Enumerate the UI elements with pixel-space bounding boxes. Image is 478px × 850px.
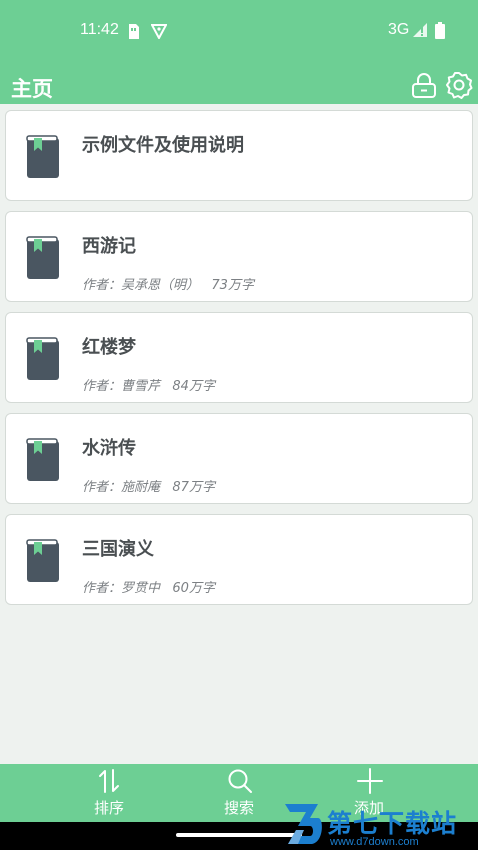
book-meta: 作者：罗贯中 60万字 [82,581,215,596]
book-meta: 作者：曹雪芹 84万字 [82,379,215,394]
book-icon [26,539,59,582]
book-title: 水浒传 [82,438,136,459]
watermark-title: 第七下载站 [327,809,458,838]
nav-sort-label: 排序 [93,799,124,817]
book-card[interactable]: 三国演义 作者：罗贯中 60万字 [5,514,473,605]
status-bar: 11:42 3G [0,0,478,62]
nav-sort-button[interactable]: 排序 [69,764,149,822]
signal-icon [412,22,428,42]
status-time: 11:42 [80,21,119,38]
book-meta: 作者：吴承恩（明） 73万字 [82,278,254,293]
watermark-url: www.d7down.com [330,836,419,848]
plus-icon [357,768,383,794]
book-card[interactable]: 水浒传 作者：施耐庵 87万字 [5,413,473,504]
book-title: 三国演义 [82,539,154,560]
battery-icon [435,22,445,43]
book-card[interactable]: 红楼梦 作者：曹雪芹 84万字 [5,312,473,403]
vpn-shield-icon [150,24,168,43]
sort-icon [99,769,119,793]
nav-search-button[interactable]: 搜索 [199,764,279,822]
network-type: 3G [388,21,410,38]
search-icon [228,769,252,793]
sim-card-icon [127,24,139,43]
book-card[interactable]: 西游记 作者：吴承恩（明） 73万字 [5,211,473,302]
gear-icon [446,72,473,99]
watermark: 第七下载站 www.d7down.com [282,798,478,850]
book-title: 红楼梦 [82,337,136,358]
watermark-logo-icon [285,804,322,844]
book-icon [26,135,59,178]
book-meta: 作者：施耐庵 87万字 [82,480,215,495]
page-title: 主页 [11,77,53,101]
book-icon [26,438,59,481]
nav-search-label: 搜索 [223,799,254,817]
settings-button[interactable] [445,71,473,99]
book-title: 示例文件及使用说明 [82,135,244,156]
lock-icon [412,73,436,98]
book-icon [26,337,59,380]
book-card[interactable]: 示例文件及使用说明 [5,110,473,201]
book-title: 西游记 [82,236,136,257]
lock-button[interactable] [410,72,438,100]
book-icon [26,236,59,279]
